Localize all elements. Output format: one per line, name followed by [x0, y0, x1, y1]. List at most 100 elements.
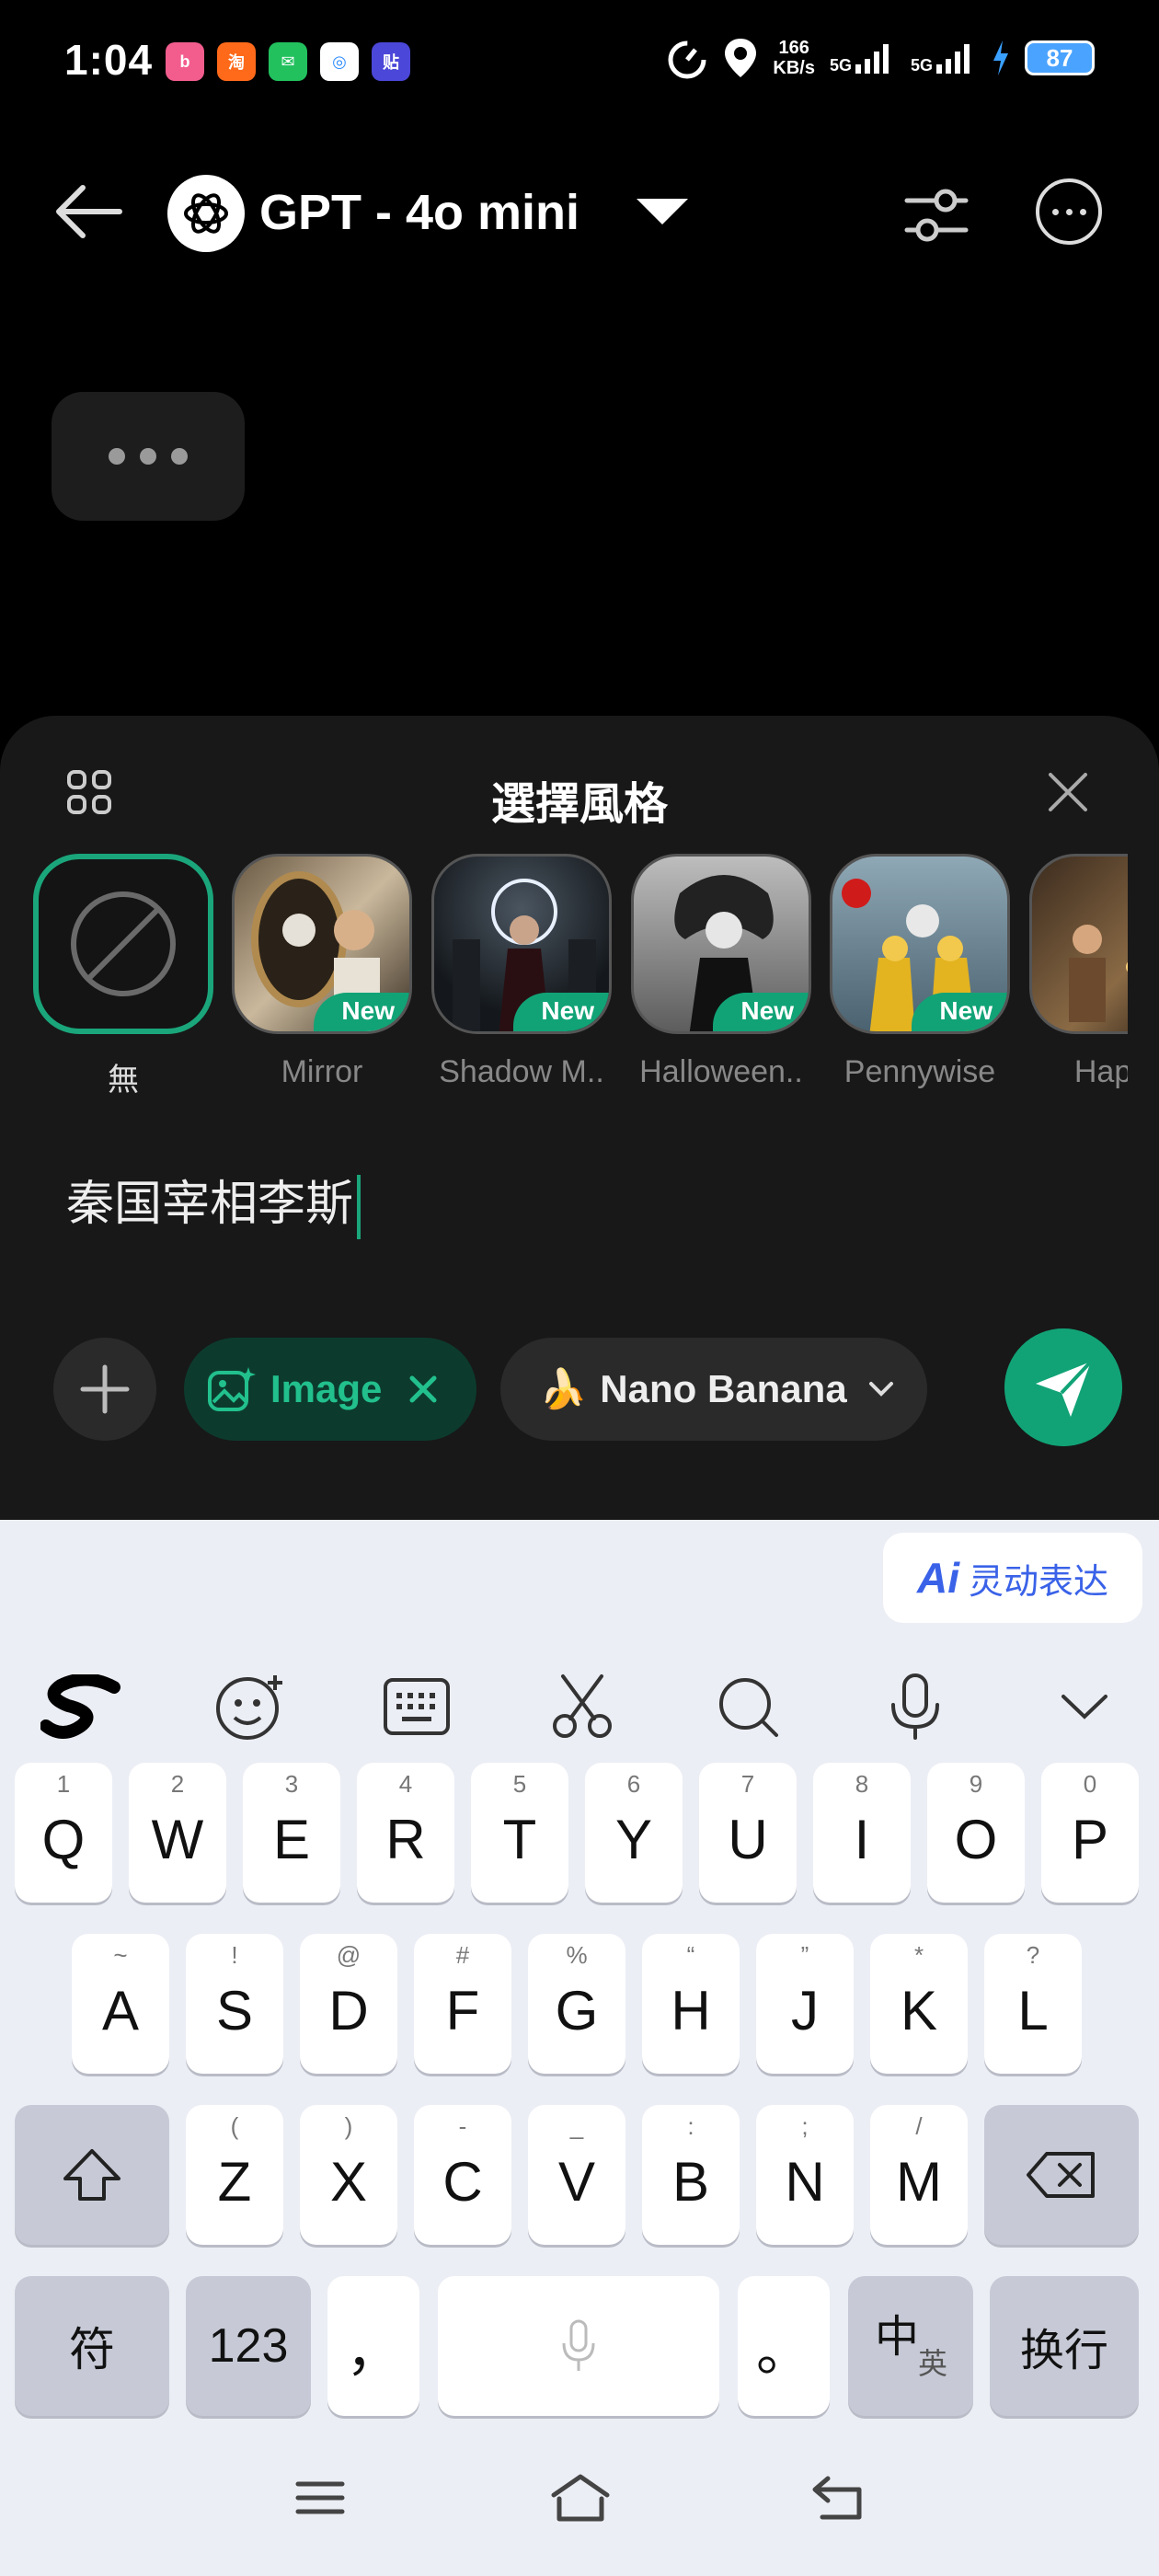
remove-chip-icon[interactable] [407, 1374, 439, 1405]
key-hint: 7 [740, 1770, 755, 1798]
image-model-selector[interactable]: 🍌 Nano Banana [500, 1338, 927, 1441]
key-n[interactable]: ; N [756, 2105, 854, 2245]
sliders-settings-icon[interactable] [901, 180, 971, 250]
signal-sim2: 5G [911, 42, 977, 74]
ai-expression-label: 灵动表达 [968, 1562, 1108, 1602]
style-label: Halloween.. [639, 1054, 803, 1089]
key-letter: E [272, 1808, 311, 1870]
key-hint: % [566, 1941, 588, 1969]
style-thumb-happy [1029, 854, 1128, 1034]
symbols-key[interactable]: 符 [15, 2276, 169, 2416]
key-hint: 1 [56, 1770, 71, 1798]
key-e[interactable]: 3E [243, 1763, 340, 1903]
key-b[interactable]: :B [642, 2105, 740, 2245]
key-j[interactable]: ” J [756, 1934, 854, 2074]
style-label: 無 [108, 1063, 139, 1098]
key-letter: T [502, 1808, 537, 1870]
space-key[interactable] [438, 2276, 719, 2416]
add-attachment-button[interactable] [53, 1338, 156, 1441]
key-c[interactable]: -C [414, 2105, 511, 2245]
key-letter: U [728, 1808, 768, 1870]
key-hint: ” [800, 1941, 809, 1969]
emoji-icon[interactable] [208, 1665, 291, 1748]
key-hint: 3 [284, 1770, 299, 1798]
style-item-halloween[interactable]: New Halloween.. [631, 854, 811, 1090]
signal-bars-icon [936, 44, 970, 74]
language-switch-key[interactable]: 中 英 [848, 2276, 973, 2416]
home-icon[interactable] [548, 2471, 613, 2524]
key-u[interactable]: 7U [699, 1763, 797, 1903]
collapse-keyboard-icon[interactable] [1043, 1665, 1126, 1748]
more-options-button[interactable] [1036, 178, 1102, 245]
back-nav-icon[interactable] [809, 2473, 865, 2523]
shift-key[interactable] [15, 2105, 169, 2245]
key-v[interactable]: _ V [528, 2105, 625, 2245]
key-x[interactable]: ) X [300, 2105, 397, 2245]
new-badge: New [513, 993, 609, 1031]
comma-key[interactable]: ， [327, 2276, 419, 2416]
key-letter: F [445, 1979, 480, 2041]
style-item-none[interactable]: 無 [33, 854, 213, 1099]
scissors-icon[interactable] [541, 1665, 624, 1748]
key-i[interactable]: 8I [813, 1763, 911, 1903]
key-s[interactable]: ! S [186, 1934, 283, 2074]
key-letter: G [555, 1979, 599, 2041]
key-w[interactable]: 2W [129, 1763, 226, 1903]
backspace-key[interactable] [984, 2105, 1139, 2245]
model-dropdown-caret-icon[interactable] [637, 199, 688, 224]
back-arrow-icon[interactable] [53, 182, 123, 241]
key-p[interactable]: 0P [1041, 1763, 1139, 1903]
tieba-icon: 贴 [372, 42, 410, 81]
style-item-happy[interactable]: Happy [1029, 854, 1128, 1090]
enter-key[interactable]: 换行 [990, 2276, 1139, 2416]
happy-thumbnail-image [1069, 925, 1128, 1022]
key-f[interactable]: # F [414, 1934, 511, 2074]
prompt-input[interactable]: 秦国宰相李斯 [66, 1165, 361, 1239]
text-cursor [357, 1175, 361, 1239]
key-letter: A [101, 1979, 140, 2041]
key-letter: K [900, 1979, 938, 2041]
image-mode-chip[interactable]: Image [184, 1338, 476, 1441]
key-hint: ( [230, 2112, 239, 2140]
style-item-pennywise[interactable]: New Pennywise [830, 854, 1010, 1090]
numbers-key[interactable]: 123 [186, 2276, 311, 2416]
location-icon [725, 39, 757, 77]
model-selector-label[interactable]: GPT - 4o mini [259, 184, 580, 241]
key-k[interactable]: * K [870, 1934, 968, 2074]
key-hint: : [687, 2112, 694, 2140]
key-z[interactable]: (Z [186, 2105, 283, 2245]
key-m[interactable]: / M [870, 2105, 968, 2245]
key-t[interactable]: 5T [471, 1763, 568, 1903]
key-hint: 6 [626, 1770, 641, 1798]
style-item-mirror[interactable]: New Mirror [232, 854, 412, 1090]
key-g[interactable]: % G [528, 1934, 625, 2074]
key-a[interactable]: ~ A [72, 1934, 169, 2074]
key-hint: 0 [1083, 1770, 1097, 1798]
keyboard-layout-icon[interactable] [375, 1665, 458, 1748]
key-q[interactable]: 1Q [15, 1763, 112, 1903]
close-icon[interactable] [1045, 769, 1091, 815]
microphone-icon[interactable] [874, 1665, 957, 1748]
assistant-typing-indicator [52, 392, 245, 521]
key-letter: J [791, 1979, 819, 2041]
openai-logo-icon [167, 175, 245, 252]
style-item-shadow[interactable]: New Shadow M.. [431, 854, 612, 1090]
key-h[interactable]: “H [642, 1934, 740, 2074]
period-key[interactable]: 。 [738, 2276, 830, 2416]
menu-icon[interactable] [293, 2475, 348, 2521]
key-o[interactable]: 9O [927, 1763, 1025, 1903]
key-letter: S [215, 1979, 254, 2041]
key-letter: N [785, 2150, 825, 2213]
send-button[interactable] [1004, 1328, 1122, 1446]
key-d[interactable]: @ D [300, 1934, 397, 2074]
key-r[interactable]: 4R [357, 1763, 454, 1903]
key-l[interactable]: ? L [984, 1934, 1082, 2074]
search-icon[interactable] [706, 1665, 789, 1748]
key-y[interactable]: 6Y [585, 1763, 683, 1903]
speedometer-icon [668, 40, 706, 79]
backspace-icon [1027, 2152, 1095, 2198]
status-bar: 1:04 b 淘 ✉ ◎ 贴 166 KB/s 5G 5G 87 [0, 0, 1159, 129]
style-carousel[interactable]: 無 New Mirror New Shadow M.. New Hallowee… [33, 854, 1128, 1111]
swype-logo-icon[interactable] [40, 1665, 123, 1748]
ai-expression-button[interactable]: Ai 灵动表达 [883, 1533, 1142, 1623]
